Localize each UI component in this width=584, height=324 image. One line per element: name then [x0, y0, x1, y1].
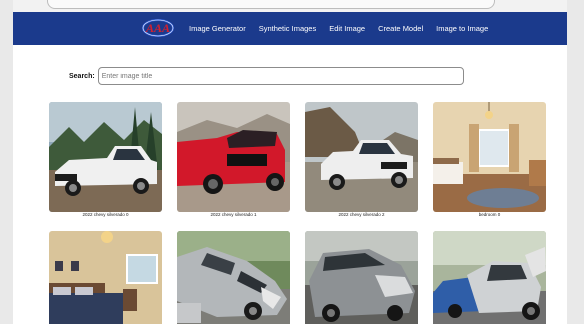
image-caption: 2022 chevy silverado 0: [82, 212, 129, 217]
image-card[interactable]: [177, 231, 290, 324]
image-card[interactable]: [49, 231, 162, 324]
image-gallery: 2022 chevy silverado 0 2022 chevy silver…: [49, 102, 546, 324]
aaa-logo[interactable]: AAA: [141, 15, 175, 41]
browser-toolbar: [13, 0, 567, 12]
nav-links: Image Generator Synthetic Images Edit Im…: [189, 12, 488, 45]
bedroom-image: [433, 102, 546, 212]
image-card[interactable]: [433, 231, 546, 324]
crashed-car-image: [433, 231, 546, 324]
image-card[interactable]: bedroom 0: [433, 102, 546, 218]
crashed-car-image: [177, 231, 290, 324]
image-card[interactable]: 2022 chevy silverado 2: [305, 102, 418, 218]
image-card[interactable]: 2022 chevy silverado 0: [49, 102, 162, 218]
image-caption: 2022 chevy silverado 2: [338, 212, 385, 217]
nav-create-model[interactable]: Create Model: [378, 24, 423, 33]
nav-image-generator[interactable]: Image Generator: [189, 24, 246, 33]
top-navbar: AAA Image Generator Synthetic Images Edi…: [13, 12, 567, 45]
image-caption: 2022 chevy silverado 1: [210, 212, 257, 217]
search-bar: Search:: [69, 66, 464, 86]
white-pickup-truck-image: [49, 102, 162, 212]
image-card[interactable]: 2022 chevy silverado 1: [177, 102, 290, 218]
red-pickup-truck-image: [177, 102, 290, 212]
address-bar[interactable]: [47, 0, 495, 9]
image-card[interactable]: [305, 231, 418, 324]
nav-synthetic-images[interactable]: Synthetic Images: [259, 24, 317, 33]
image-caption: bedroom 0: [478, 212, 501, 217]
crashed-car-image: [305, 231, 418, 324]
app-window: AAA Image Generator Synthetic Images Edi…: [13, 0, 567, 324]
svg-text:AAA: AAA: [145, 21, 170, 35]
white-pickup-truck-image: [305, 102, 418, 212]
search-input[interactable]: [97, 67, 464, 85]
bedroom-image: [49, 231, 162, 324]
nav-image-to-image[interactable]: Image to Image: [436, 24, 488, 33]
search-label: Search:: [69, 72, 95, 80]
nav-edit-image[interactable]: Edit Image: [329, 24, 365, 33]
